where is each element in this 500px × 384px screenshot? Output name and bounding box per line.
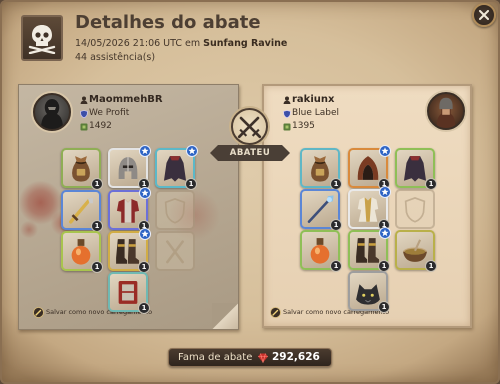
equipment-slot[interactable]: 1: [300, 148, 342, 190]
food-slot-icon: [158, 234, 192, 268]
assist-count: 44 assistência(s): [75, 52, 156, 63]
kill-ribbon: ABATEU: [210, 145, 290, 161]
victim-avatar: [427, 92, 465, 130]
crossed-swords-icon: [237, 116, 262, 139]
close-icon: [479, 10, 489, 20]
guild-shield-icon: [80, 110, 88, 118]
skull-crossbones-icon: [28, 25, 56, 54]
equipment-slot[interactable]: 1: [108, 228, 151, 273]
equipment-slot[interactable]: 1: [300, 230, 342, 272]
victim-guild: Blue Label: [292, 108, 340, 118]
star-badge-icon: [379, 186, 391, 198]
close-button[interactable]: [472, 3, 496, 27]
player-icon: [283, 96, 291, 104]
equipment-slot[interactable]: 1: [61, 148, 103, 190]
equipment-slot[interactable]: 1: [348, 186, 391, 231]
equipment-slot[interactable]: 1: [108, 187, 151, 232]
equipment-slot[interactable]: 1: [348, 227, 391, 272]
kill-location: Sunfang Ravine: [203, 38, 288, 49]
item-power-icon: [283, 123, 291, 131]
killer-item-power: 1492: [89, 121, 112, 131]
killer-guild: We Profit: [89, 108, 130, 118]
page-curl: [212, 303, 238, 329]
hooded-figure-icon: [41, 99, 63, 129]
item-count-badge: 1: [185, 178, 197, 190]
victim-name: rakiunx: [292, 94, 335, 105]
equipment-slot[interactable]: 1: [155, 145, 198, 190]
empty-equipment-slot: [395, 189, 435, 229]
item-count-badge: 1: [91, 178, 103, 190]
kill-fame-plaque: Fama de abate 292,626: [168, 348, 332, 367]
equipment-slot[interactable]: 1: [108, 145, 151, 190]
helmeted-warrior-icon: [436, 97, 456, 128]
killer-avatar: [33, 93, 71, 131]
kill-header-badge: [21, 15, 63, 61]
equipment-slot[interactable]: 1: [348, 145, 391, 190]
guild-shield-icon: [283, 110, 291, 118]
star-badge-icon: [379, 227, 391, 239]
killer-save-loadout-button[interactable]: Salvar como novo carregamento: [33, 307, 173, 318]
equipment-slot[interactable]: 1: [300, 189, 342, 231]
killer-name: MaommehBR: [89, 94, 163, 105]
offhand-slot-icon: [398, 192, 432, 226]
star-badge-icon: [379, 145, 391, 157]
star-badge-icon: [139, 145, 151, 157]
fame-gem-icon: [258, 353, 268, 363]
player-icon: [80, 96, 88, 104]
offhand-slot-icon: [158, 193, 192, 227]
page-title: Detalhes do abate: [75, 12, 261, 33]
kill-emblem: [231, 108, 268, 145]
equipment-slot[interactable]: 1: [61, 231, 103, 273]
star-badge-icon: [139, 228, 151, 240]
star-badge-icon: [139, 187, 151, 199]
item-count-badge: 1: [378, 301, 390, 313]
save-loadout-icon: [33, 307, 44, 318]
kill-fame-label: Fama de abate: [178, 352, 253, 363]
equipment-slot[interactable]: 1: [348, 271, 390, 313]
empty-equipment-slot: [155, 231, 195, 271]
equipment-slot[interactable]: 1: [395, 148, 437, 190]
kill-fame-value: 292,626: [272, 351, 320, 363]
item-count-badge: 1: [91, 261, 103, 273]
item-count-badge: 1: [330, 260, 342, 272]
equipment-slot[interactable]: 1: [61, 190, 103, 232]
kill-datetime: 14/05/2026 21:06 UTC em: [75, 38, 201, 49]
empty-equipment-slot: [155, 190, 195, 230]
item-count-badge: 1: [138, 302, 150, 314]
victim-item-power: 1395: [292, 121, 315, 131]
save-loadout-icon: [270, 307, 281, 318]
star-badge-icon: [186, 145, 198, 157]
equipment-slot[interactable]: 1: [395, 230, 437, 272]
item-count-badge: 1: [425, 260, 437, 272]
item-power-icon: [80, 123, 88, 131]
equipment-slot[interactable]: 1: [108, 272, 150, 314]
kill-date-location: 14/05/2026 21:06 UTC em Sunfang Ravine: [75, 38, 287, 49]
